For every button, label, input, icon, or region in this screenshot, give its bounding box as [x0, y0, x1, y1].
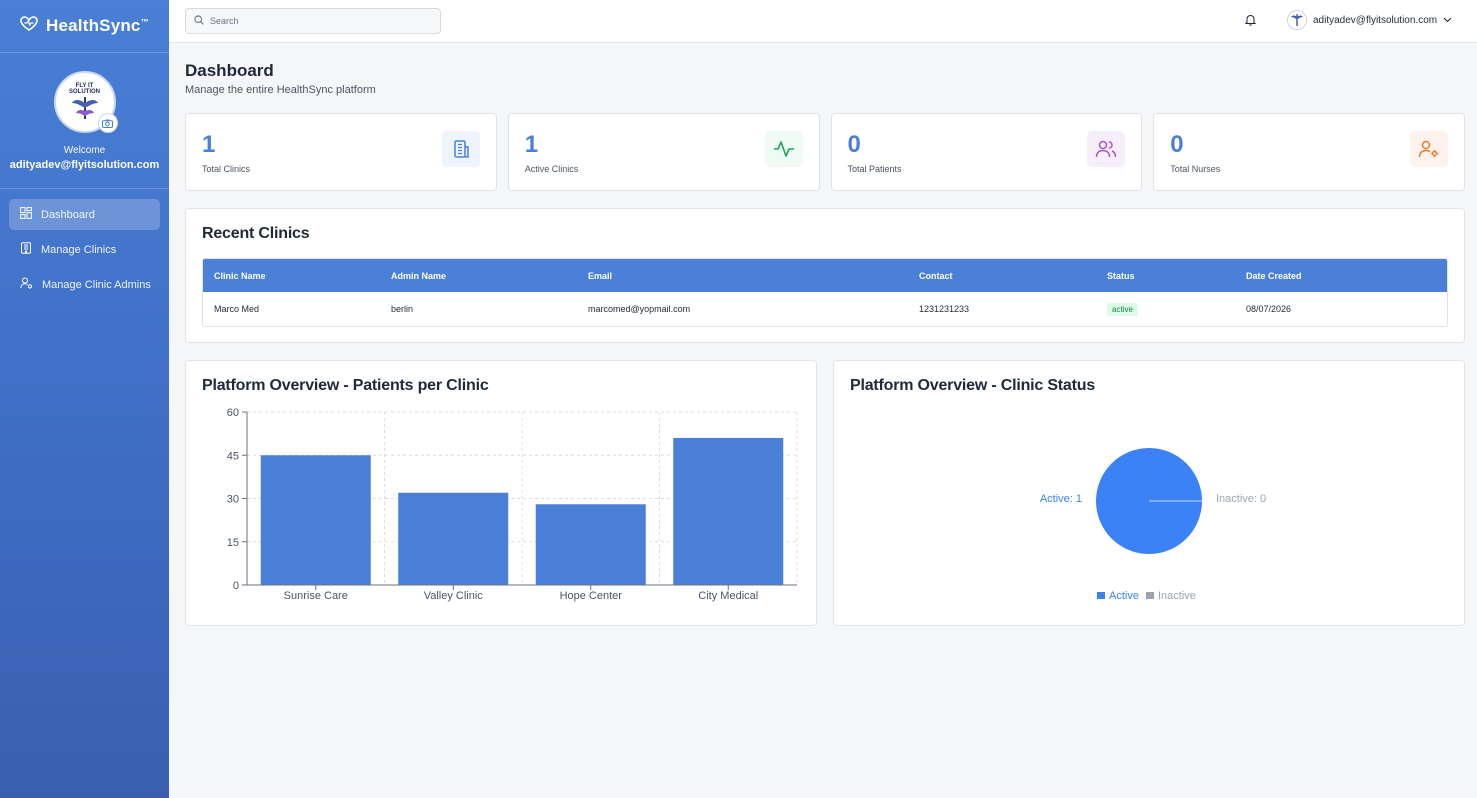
sidebar-user-email: adityadev@flyitsolution.com: [9, 159, 160, 171]
legend-label: Inactive: [1158, 590, 1196, 602]
avatar: [1287, 10, 1307, 30]
y-tick-label: 45: [227, 450, 239, 462]
x-tick-label: Sunrise Care: [284, 590, 348, 602]
stat-label: Total Nurses: [1170, 164, 1221, 174]
cell-date-created: 08/07/2026: [1246, 304, 1292, 314]
sidebar-item-manage-clinics[interactable]: Manage Clinics: [9, 234, 160, 265]
stats-row: 1 Total Clinics 1 Active Clinics 0 Total…: [185, 113, 1465, 191]
stat-card-total-patients: 0 Total Patients: [830, 113, 1143, 191]
patients-per-clinic-card: Platform Overview - Patients per Clinic …: [185, 360, 817, 626]
main-content: Dashboard Manage the entire HealthSync p…: [185, 43, 1465, 626]
cell-status: active: [1107, 302, 1246, 316]
sidebar: HealthSync™ FLY IT SOLUTION Welcome adit…: [0, 0, 169, 798]
cell-admin-name: berlin: [391, 304, 414, 314]
users-icon: [1087, 131, 1126, 167]
sidebar-item-label: Dashboard: [41, 208, 95, 221]
status-badge: active: [1107, 302, 1138, 316]
charts-row: Platform Overview - Patients per Clinic …: [185, 360, 1465, 626]
topbar: adityadev@flyitsolution.com: [169, 0, 1477, 43]
column-header: Clinic Name: [214, 270, 266, 281]
legend-swatch: [1146, 592, 1154, 599]
pie-chart: Active: 1 Inactive: 0 Active Inactive: [1040, 448, 1266, 602]
column-header: Date Created: [1246, 270, 1302, 281]
bar: [398, 492, 509, 585]
stat-value: 0: [847, 131, 861, 158]
bell-icon[interactable]: [1244, 13, 1257, 31]
column-header: Email: [588, 270, 613, 281]
clinic-status-card: Platform Overview - Clinic Status Active…: [833, 360, 1465, 626]
camera-icon[interactable]: [97, 113, 118, 133]
bar: [260, 455, 371, 585]
sidebar-nav: Dashboard Manage Clinics Manage Clinic A…: [0, 189, 169, 314]
grid-icon: [20, 207, 32, 222]
recent-clinics-card: Recent Clinics Clinic Name Admin Name Em…: [185, 208, 1465, 343]
x-tick-label: City Medical: [698, 590, 758, 602]
legend-swatch: [1097, 592, 1105, 599]
brand[interactable]: HealthSync™: [0, 0, 169, 53]
search-box[interactable]: [185, 8, 441, 34]
column-header: Contact: [919, 270, 953, 281]
sidebar-item-label: Manage Clinic Admins: [42, 278, 151, 291]
heart-cloud-icon: [20, 15, 38, 37]
user-email: adityadev@flyitsolution.com: [1313, 14, 1438, 26]
column-header: Admin Name: [391, 270, 447, 281]
user-cog-icon: [20, 277, 33, 292]
sidebar-item-manage-clinic-admins[interactable]: Manage Clinic Admins: [9, 269, 160, 300]
user-menu[interactable]: adityadev@flyitsolution.com: [1287, 10, 1452, 30]
stat-label: Total Patients: [847, 164, 902, 174]
card-title: Recent Clinics: [202, 225, 310, 242]
search-icon: [194, 12, 204, 30]
bar: [535, 504, 646, 585]
y-tick-label: 30: [227, 494, 239, 506]
legend-label: Active: [1109, 590, 1139, 602]
bar-chart: 0 15 30 45 60 Sunrise Care Valley Clinic Hope C…: [227, 407, 798, 602]
page-subtitle: Manage the entire HealthSync platform: [185, 84, 376, 96]
building-icon: [20, 242, 32, 257]
y-tick-label: 15: [227, 537, 239, 549]
avatar[interactable]: FLY IT SOLUTION: [53, 71, 118, 133]
y-tick-label: 60: [227, 407, 239, 419]
stat-card-total-clinics: 1 Total Clinics: [185, 113, 497, 191]
stat-value: 0: [1170, 131, 1184, 158]
activity-icon: [764, 131, 803, 167]
y-tick-label: 0: [233, 580, 239, 592]
recent-clinics-table: Clinic Name Admin Name Email Contact Sta…: [202, 258, 1448, 327]
slice-label: Inactive: 0: [1216, 493, 1266, 505]
column-header: Status: [1107, 270, 1135, 281]
cell-contact: 1231231233: [919, 304, 970, 314]
stat-value: 1: [524, 131, 539, 158]
building-icon: [441, 131, 480, 167]
slice-label: Active: 1: [1040, 493, 1082, 505]
stat-label: Total Clinics: [202, 164, 251, 174]
x-tick-label: Valley Clinic: [424, 590, 484, 602]
cell-clinic-name: Marco Med: [214, 304, 260, 314]
x-tick-label: Hope Center: [560, 590, 623, 602]
stat-value: 1: [202, 131, 216, 158]
table-row[interactable]: Marco Med berlin marcomed@yopmail.com 12…: [203, 292, 1447, 326]
stat-label: Active Clinics: [524, 164, 579, 174]
sidebar-item-dashboard[interactable]: Dashboard: [9, 199, 160, 230]
brand-name: HealthSync™: [46, 16, 149, 35]
bar: [673, 437, 784, 585]
user-gear-icon: [1410, 131, 1448, 167]
welcome-text: Welcome: [63, 145, 106, 156]
stat-card-total-nurses: 0 Total Nurses: [1153, 113, 1465, 191]
table-header: Clinic Name Admin Name Email Contact Sta…: [203, 259, 1447, 292]
stat-card-active-clinics: 1 Active Clinics: [507, 113, 820, 191]
cell-email: marcomed@yopmail.com: [588, 304, 691, 314]
sidebar-item-label: Manage Clinics: [41, 243, 117, 256]
page-title: Dashboard: [185, 61, 274, 80]
profile: FLY IT SOLUTION Welcome adityadev@flyits…: [0, 53, 169, 189]
chevron-down-icon: [1443, 15, 1452, 26]
search-input[interactable]: [210, 16, 430, 26]
